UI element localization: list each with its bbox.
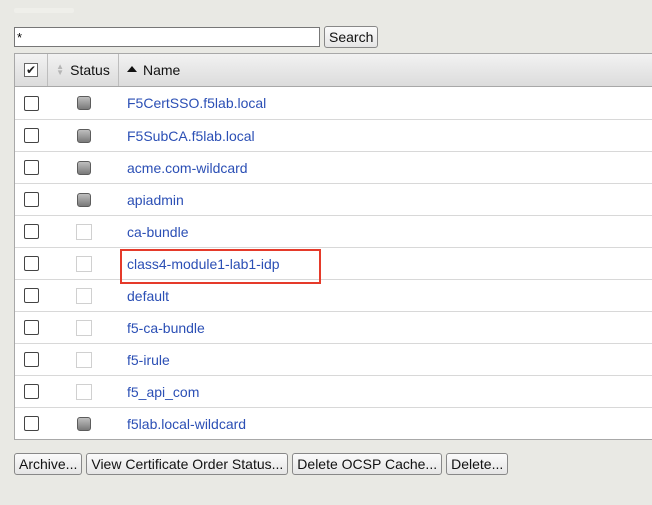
table-row: default (15, 279, 652, 311)
row-select-cell (15, 120, 48, 151)
certificate-list-page: Search ✔ ▲▼ Status Name F5CertSSO.f5lab.… (0, 0, 652, 505)
table-row: acme.com-wildcard (15, 151, 652, 183)
row-select-cell (15, 152, 48, 183)
search-bar: Search (14, 26, 379, 48)
row-select-cell (15, 87, 48, 119)
row-name-cell: apiadmin (119, 184, 652, 215)
row-checkbox[interactable] (24, 192, 39, 207)
status-active-icon (76, 96, 91, 110)
status-active-icon (76, 160, 91, 175)
row-status-cell (48, 152, 119, 183)
certificate-name-link[interactable]: f5-irule (127, 352, 170, 368)
certificate-table: ✔ ▲ ▼ Status Name F5CertSSO.f5lab.local F5… (14, 53, 652, 440)
row-status-cell (48, 248, 119, 279)
row-name-cell: f5-irule (119, 344, 652, 375)
row-name-cell: ca-bundle (119, 216, 652, 247)
row-name-cell: f5lab.local-wildcard (119, 408, 652, 439)
row-status-cell (48, 280, 119, 311)
row-checkbox[interactable] (24, 416, 39, 431)
status-header-label: Status (70, 62, 110, 78)
row-name-cell: default (119, 280, 652, 311)
row-name-cell: F5CertSSO.f5lab.local (119, 87, 652, 119)
row-status-cell (48, 120, 119, 151)
row-status-cell (48, 216, 119, 247)
select-all-header[interactable]: ✔ (15, 54, 48, 86)
table-header: ✔ ▲ ▼ Status Name (15, 54, 652, 87)
status-active-icon (76, 416, 91, 431)
status-unknown-icon (75, 255, 92, 272)
delete-ocsp-cache-button[interactable]: Delete OCSP Cache... (292, 453, 443, 475)
certificate-name-link[interactable]: F5SubCA.f5lab.local (127, 128, 255, 144)
row-select-cell (15, 312, 48, 343)
status-column-header[interactable]: ▲ ▼ Status (48, 54, 119, 86)
name-column-header[interactable]: Name (119, 54, 652, 86)
name-header-label: Name (143, 62, 181, 78)
table-row: ca-bundle (15, 215, 652, 247)
search-input[interactable] (14, 27, 320, 47)
certificate-name-link[interactable]: ca-bundle (127, 224, 189, 240)
sort-ascending-icon (127, 66, 137, 72)
status-unknown-icon (75, 383, 92, 400)
row-status-cell (48, 87, 119, 119)
row-checkbox[interactable] (24, 384, 39, 399)
row-status-cell (48, 344, 119, 375)
row-name-cell: f5_api_com (119, 376, 652, 407)
table-row: F5SubCA.f5lab.local (15, 119, 652, 151)
status-unknown-icon (75, 287, 92, 304)
status-unknown-icon (75, 319, 92, 336)
row-status-cell (48, 408, 119, 439)
row-checkbox[interactable] (24, 224, 39, 239)
archive-button[interactable]: Archive... (14, 453, 83, 475)
status-active-icon (76, 192, 91, 207)
row-status-cell (48, 184, 119, 215)
row-checkbox[interactable] (24, 128, 39, 143)
select-all-checkbox[interactable]: ✔ (24, 63, 38, 77)
certificate-name-link[interactable]: f5-ca-bundle (127, 320, 205, 336)
row-checkbox[interactable] (24, 320, 39, 335)
row-select-cell (15, 184, 48, 215)
table-row: apiadmin (15, 183, 652, 215)
row-checkbox[interactable] (24, 352, 39, 367)
row-name-cell: F5SubCA.f5lab.local (119, 120, 652, 151)
certificate-name-link[interactable]: acme.com-wildcard (127, 160, 248, 176)
action-buttons: Archive... View Certificate Order Status… (14, 453, 509, 475)
status-unknown-icon (75, 351, 92, 368)
status-unknown-icon (75, 223, 92, 240)
delete-button[interactable]: Delete... (446, 453, 509, 475)
table-row: f5-irule (15, 343, 652, 375)
row-checkbox[interactable] (24, 256, 39, 271)
search-button[interactable]: Search (324, 26, 379, 48)
row-name-cell: class4-module1-lab1-idp (119, 248, 652, 279)
row-name-cell: f5-ca-bundle (119, 312, 652, 343)
row-select-cell (15, 408, 48, 439)
row-select-cell (15, 280, 48, 311)
certificate-name-link[interactable]: class4-module1-lab1-idp (127, 256, 280, 272)
certificate-name-link[interactable]: f5lab.local-wildcard (127, 416, 246, 432)
top-bar-fragment (14, 8, 74, 13)
row-checkbox[interactable] (24, 95, 39, 111)
row-select-cell (15, 248, 48, 279)
row-checkbox[interactable] (24, 160, 39, 175)
row-select-cell (15, 344, 48, 375)
row-name-cell: acme.com-wildcard (119, 152, 652, 183)
table-body: F5CertSSO.f5lab.local F5SubCA.f5lab.local… (15, 87, 652, 439)
table-row: f5-ca-bundle (15, 311, 652, 343)
row-checkbox[interactable] (24, 288, 39, 303)
sort-both-icon: ▲ ▼ (56, 62, 65, 77)
row-status-cell (48, 376, 119, 407)
table-row: f5lab.local-wildcard (15, 407, 652, 439)
view-certificate-order-status-button[interactable]: View Certificate Order Status... (86, 453, 289, 475)
certificate-name-link[interactable]: default (127, 288, 169, 304)
certificate-name-link[interactable]: apiadmin (127, 192, 184, 208)
row-select-cell (15, 376, 48, 407)
row-status-cell (48, 312, 119, 343)
row-select-cell (15, 216, 48, 247)
table-row: F5CertSSO.f5lab.local (15, 87, 652, 119)
table-row: class4-module1-lab1-idp (15, 247, 652, 279)
certificate-name-link[interactable]: F5CertSSO.f5lab.local (127, 95, 266, 111)
status-active-icon (76, 128, 91, 143)
table-row: f5_api_com (15, 375, 652, 407)
certificate-name-link[interactable]: f5_api_com (127, 384, 199, 400)
